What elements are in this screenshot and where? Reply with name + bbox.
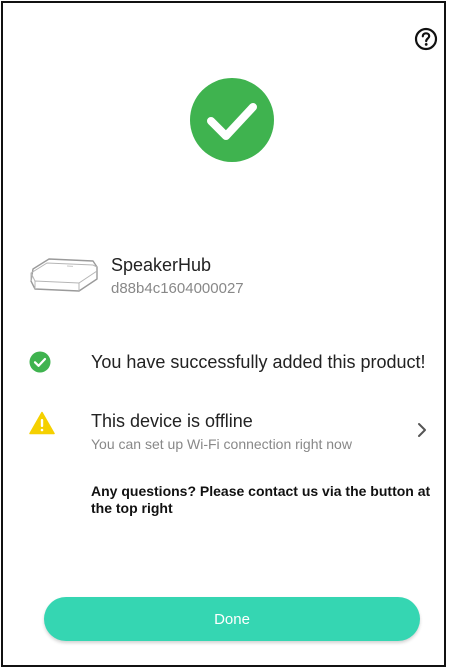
offline-wifi-setup-row[interactable]: This device is offline You can set up Wi… xyxy=(29,405,433,457)
warning-icon xyxy=(29,411,55,435)
success-message: You have successfully added this product… xyxy=(91,352,426,372)
offline-subtitle: You can set up Wi-Fi connection right no… xyxy=(91,436,352,452)
screen-frame: SpeakerHub d88b4c1604000027 You have suc… xyxy=(1,1,446,667)
help-contact-text: Any questions? Please contact us via the… xyxy=(91,483,431,516)
question-circle-icon xyxy=(414,27,438,51)
device-name: SpeakerHub xyxy=(111,255,212,275)
device-id: d88b4c1604000027 xyxy=(111,280,244,297)
offline-title: This device is offline xyxy=(91,411,253,431)
success-status: You have successfully added this product… xyxy=(29,348,429,378)
device-info: SpeakerHub d88b4c1604000027 xyxy=(27,247,427,307)
large-check-circle-icon xyxy=(190,78,274,162)
help-button[interactable] xyxy=(414,27,438,51)
done-button[interactable]: Done xyxy=(44,597,420,641)
hub-device-icon xyxy=(30,258,98,292)
success-hero-icon xyxy=(189,77,275,163)
chevron-right-icon xyxy=(418,423,426,437)
check-circle-icon xyxy=(29,351,51,373)
